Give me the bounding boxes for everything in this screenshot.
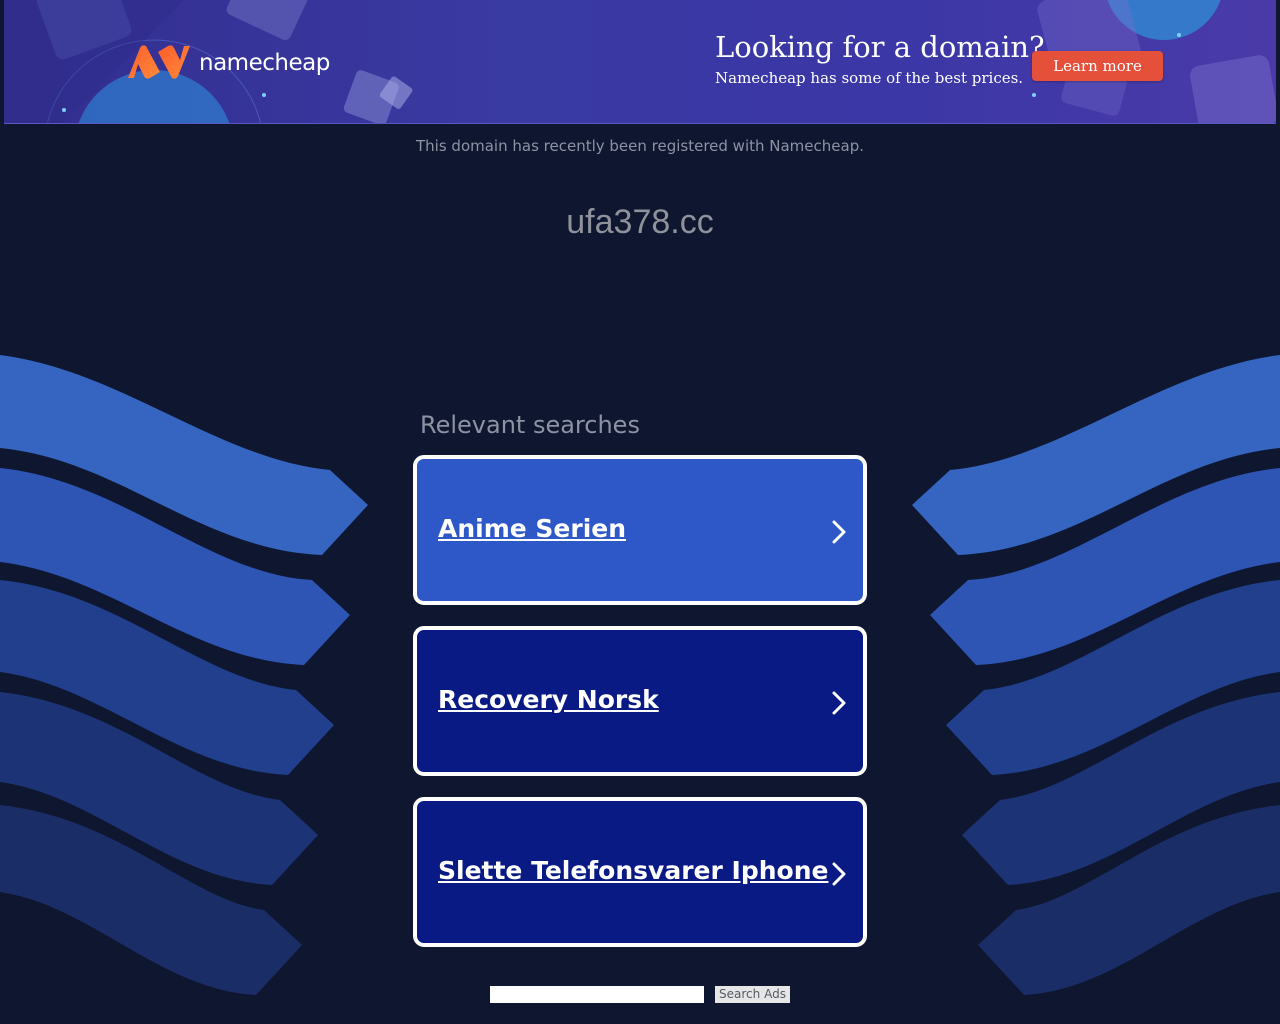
search-ads-button[interactable]: Search Ads: [715, 986, 790, 1003]
search-ads-input[interactable]: [490, 986, 704, 1003]
chevron-right-icon: [832, 520, 846, 544]
banner-subline: Namecheap has some of the best prices.: [715, 69, 1024, 87]
parked-domain-page: namecheap Looking for a domain? Namechea…: [0, 0, 1280, 1024]
learn-more-button[interactable]: Learn more: [1032, 51, 1163, 81]
namecheap-logo-icon: [128, 45, 190, 79]
search-result-link[interactable]: Recovery Norsk: [438, 685, 659, 714]
chevron-right-icon: [832, 691, 846, 715]
namecheap-wordmark: namecheap: [199, 50, 330, 76]
registration-notice: This domain has recently been registered…: [416, 137, 864, 155]
banner-headline: Looking for a domain?: [715, 30, 1045, 64]
search-result-item[interactable]: Slette Telefonsvarer Iphone: [413, 797, 867, 947]
search-result-item[interactable]: Recovery Norsk: [413, 626, 867, 776]
relevant-searches-title: Relevant searches: [420, 411, 640, 439]
domain-title: ufa378.cc: [566, 203, 714, 241]
search-result-link[interactable]: Slette Telefonsvarer Iphone: [438, 856, 828, 885]
search-result-link[interactable]: Anime Serien: [438, 514, 626, 543]
namecheap-banner[interactable]: namecheap Looking for a domain? Namechea…: [4, 0, 1276, 124]
search-result-item[interactable]: Anime Serien: [413, 455, 867, 605]
chevron-right-icon: [832, 862, 846, 886]
